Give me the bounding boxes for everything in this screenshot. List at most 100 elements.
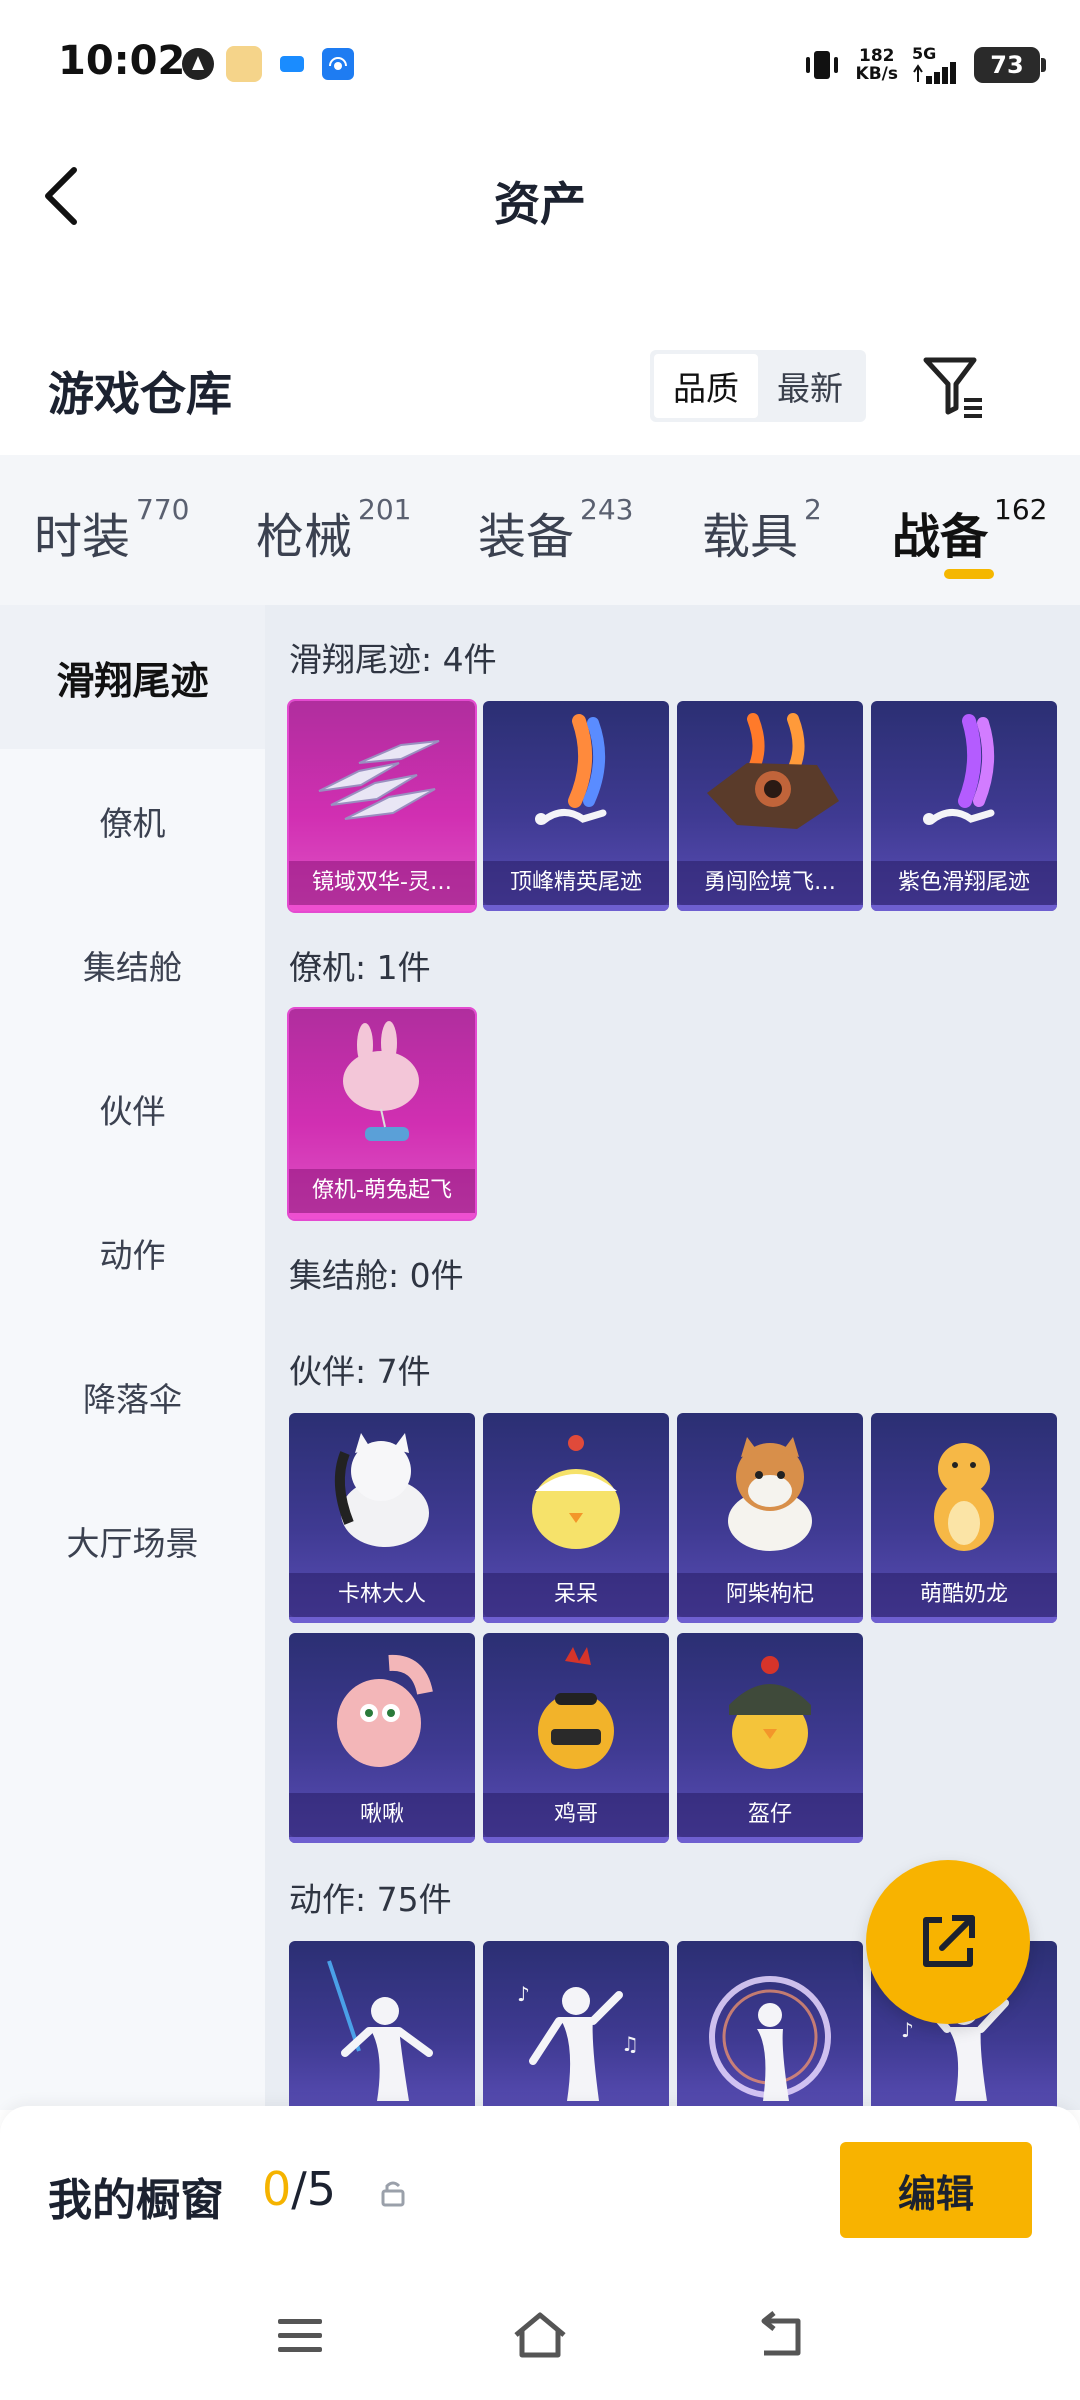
rooster-companion-icon [538, 1647, 614, 1769]
vibrate-icon [805, 51, 838, 79]
item-label: 阿柴枸杞 [677, 1573, 863, 1617]
emote-sword-dance-icon [327, 1960, 433, 2101]
tab-equipment[interactable]: 装备 243 [478, 493, 633, 567]
daidai-chick-companion-icon [532, 1435, 620, 1549]
item-card[interactable] [677, 1941, 863, 2110]
item-card[interactable]: 僚机-萌兔起飞 [289, 1009, 475, 1219]
category-tabs: 时装 770 枪械 201 装备 243 载具 2 战备 162 [0, 455, 1080, 605]
battery-indicator: 73 [974, 47, 1046, 83]
item-card[interactable]: 萌酷奶龙 [871, 1413, 1057, 1623]
item-label: 勇闯险境飞… [677, 861, 863, 905]
showcase-label: 我的橱窗 [48, 2175, 224, 2226]
category-sidebar: 滑翔尾迹 僚机 集结舱 伙伴 动作 降落伞 大厅场景 [0, 605, 265, 2110]
item-label: 盔仔 [677, 1793, 863, 1837]
signal-bars-icon [913, 62, 956, 84]
item-label: 卡林大人 [289, 1573, 475, 1617]
tab-fashion[interactable]: 时装 770 [34, 493, 189, 567]
tab-firearms[interactable]: 枪械 201 [256, 493, 411, 567]
status-bar: 10:02 182 KB/s 5G 73 [0, 0, 1080, 130]
item-card[interactable]: 顶峰精英尾迹 [483, 701, 669, 911]
hotspot-notification-icon [322, 48, 354, 80]
item-label: 鸡哥 [483, 1793, 669, 1837]
group-title-assembly-pod: 集结舱: 0件 [289, 1256, 464, 1295]
group-title-companion: 伙伴: 7件 [289, 1352, 431, 1391]
tab-label: 载具 [702, 509, 799, 565]
naisu-dragon-companion-icon [934, 1443, 994, 1551]
sidebar-item-wingman[interactable]: 僚机 [0, 749, 265, 893]
tab-vehicles[interactable]: 载具 2 [702, 493, 822, 567]
sidebar-item-assembly-pod[interactable]: 集结舱 [0, 893, 265, 1037]
filter-icon [923, 357, 982, 418]
game-notification-icon [226, 46, 262, 82]
tab-label: 时装 [34, 509, 131, 565]
item-label: 萌酷奶龙 [871, 1573, 1057, 1617]
item-label: 啾啾 [289, 1793, 475, 1837]
sort-option-quality[interactable]: 品质 [654, 354, 758, 418]
active-tab-indicator [944, 569, 994, 579]
share-fab[interactable] [866, 1860, 1030, 2024]
emote-music-dance-icon: ♪ ♫ [517, 1982, 639, 2101]
sidebar-item-parachute[interactable]: 降落伞 [0, 1325, 265, 1469]
item-card[interactable]: 勇闯险境飞… [677, 701, 863, 911]
adventure-glider-icon [707, 713, 839, 829]
network-speed-unit: KB/s [855, 64, 898, 84]
edit-button[interactable]: 编辑 [840, 2142, 1032, 2238]
home-icon[interactable] [510, 2305, 570, 2365]
sort-option-newest[interactable]: 最新 [758, 354, 862, 418]
sort-toggle: 品质 最新 [650, 350, 866, 422]
item-label: 顶峰精英尾迹 [483, 861, 669, 905]
tab-label: 战备 [892, 509, 989, 565]
item-card[interactable]: 盔仔 [677, 1633, 863, 1843]
item-card[interactable]: 呆呆 [483, 1413, 669, 1623]
showcase-count: 0/5 [262, 2162, 336, 2216]
item-card[interactable]: 阿柴枸杞 [677, 1413, 863, 1623]
group-title-emote: 动作: 75件 [289, 1880, 452, 1919]
tab-label: 枪械 [256, 509, 353, 565]
crystal-trail-icon [318, 740, 440, 820]
item-label: 呆呆 [483, 1573, 669, 1617]
tab-count: 770 [136, 493, 190, 526]
item-card[interactable]: 啾啾 [289, 1633, 475, 1843]
item-card[interactable]: ♪ ♫ [483, 1941, 669, 2110]
svg-text:♪: ♪ [517, 1982, 530, 2006]
helmet-chick-companion-icon [729, 1656, 811, 1769]
tab-count: 162 [994, 493, 1048, 526]
signal-type: 5G [912, 44, 937, 63]
sidebar-item-companion[interactable]: 伙伴 [0, 1037, 265, 1181]
system-nav-bar [0, 2271, 1080, 2400]
item-card[interactable]: 镜域双华-灵… [289, 701, 475, 911]
back-nav-icon[interactable] [750, 2305, 810, 2365]
item-label: 僚机-萌兔起飞 [289, 1169, 475, 1213]
svg-text:♫: ♫ [621, 2032, 639, 2056]
network-speed-value: 182 [859, 46, 895, 66]
item-card[interactable]: 鸡哥 [483, 1633, 669, 1843]
lock-icon [381, 2181, 405, 2207]
group-title-glide-trail: 滑翔尾迹: 4件 [289, 640, 497, 679]
group-title-wingman: 僚机: 1件 [289, 948, 431, 987]
item-card[interactable]: 紫色滑翔尾迹 [871, 701, 1057, 911]
network-speed: 182 KB/s [856, 47, 898, 83]
signal-group: 5G [912, 46, 960, 84]
sidebar-item-lobby-scene[interactable]: 大厅场景 [0, 1469, 265, 1613]
item-label: 镜域双华-灵… [289, 861, 475, 905]
item-card[interactable]: 卡林大人 [289, 1413, 475, 1623]
bunny-wingman-icon [343, 1021, 419, 1141]
svg-text:♪: ♪ [901, 2018, 914, 2042]
showcase-panel: 我的橱窗 0/5 编辑 [0, 2106, 1080, 2271]
share-external-icon [923, 1915, 975, 1967]
item-card[interactable] [289, 1941, 475, 2110]
shiba-companion-icon [728, 1437, 812, 1551]
section-title: 游戏仓库 [48, 367, 232, 421]
showcase-current: 0 [262, 2162, 292, 2216]
app-notification-icon [182, 48, 214, 80]
tab-count: 201 [358, 493, 412, 526]
jiujiu-bird-companion-icon [337, 1654, 433, 1767]
cloud-notification-icon [280, 56, 304, 72]
tab-combat-prep[interactable]: 战备 162 [892, 493, 1047, 567]
sidebar-item-glide-trail[interactable]: 滑翔尾迹 [0, 605, 265, 749]
peak-elite-trail-icon [535, 714, 607, 825]
purple-glide-trail-icon [923, 714, 995, 825]
sidebar-item-emote[interactable]: 动作 [0, 1181, 265, 1325]
menu-icon[interactable] [270, 2305, 330, 2365]
filter-button[interactable] [920, 352, 988, 420]
